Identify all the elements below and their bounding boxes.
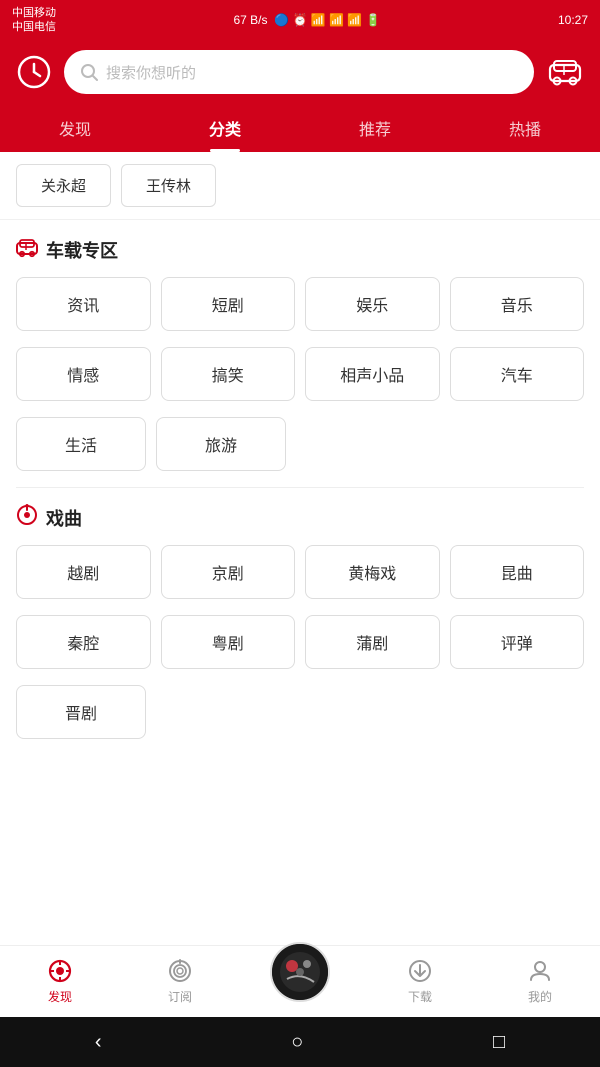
tag-jingju[interactable]: 京剧 — [161, 545, 296, 599]
nav-discover-label: 发现 — [48, 988, 72, 1005]
nav-mine[interactable]: 我的 — [480, 958, 600, 1005]
tab-category[interactable]: 分类 — [150, 104, 300, 152]
now-playing-avatar[interactable] — [270, 942, 330, 1002]
tag-qinqiang[interactable]: 秦腔 — [16, 615, 151, 669]
main-content: 关永超 王传林 车载专区 资讯 短剧 娱乐 音乐 情感 搞笑 相声小品 — [0, 152, 600, 952]
tag-puju[interactable]: 蒲剧 — [305, 615, 440, 669]
car-zone-tags-row1: 资讯 短剧 娱乐 音乐 — [0, 277, 600, 347]
tag-jinju[interactable]: 晋剧 — [16, 685, 146, 739]
car-zone-icon — [16, 236, 38, 263]
tag-yule[interactable]: 娱乐 — [305, 277, 440, 331]
nav-download-label: 下载 — [408, 988, 432, 1005]
clock-icon[interactable] — [16, 54, 52, 90]
bottom-nav: 发现 订阅 下载 — [0, 945, 600, 1017]
sys-nav: ‹ ○ □ — [0, 1017, 600, 1067]
tag-pingtan[interactable]: 评弹 — [450, 615, 585, 669]
section-car-zone: 车载专区 — [0, 220, 600, 263]
discover-nav-icon — [47, 958, 73, 984]
back-button[interactable]: ‹ — [95, 1031, 102, 1054]
tag-guanyongchao[interactable]: 关永超 — [16, 164, 111, 207]
nav-mine-label: 我的 — [528, 988, 552, 1005]
opera-icon — [16, 504, 38, 531]
car-zone-tags-row2: 情感 搞笑 相声小品 汽车 — [0, 347, 600, 417]
nav-center[interactable] — [240, 962, 360, 1002]
download-nav-icon — [407, 958, 433, 984]
car-nav-icon[interactable] — [546, 53, 584, 91]
top-tags-row: 关永超 王传林 — [0, 152, 600, 220]
nav-tabs: 发现 分类 推荐 热播 — [0, 104, 600, 152]
nav-discover[interactable]: 发现 — [0, 958, 120, 1005]
tag-gaoxiao[interactable]: 搞笑 — [161, 347, 296, 401]
mine-nav-icon — [527, 958, 553, 984]
subscribe-nav-icon — [167, 958, 193, 984]
opera-tags-row1: 越剧 京剧 黄梅戏 昆曲 — [0, 545, 600, 615]
tag-duanju[interactable]: 短剧 — [161, 277, 296, 331]
search-header: 搜索你想听的 — [0, 40, 600, 104]
network-info: 67 B/s 🔵 ⏰ 📶 📶 📶 🔋 — [233, 13, 380, 27]
tag-wangchuanlin[interactable]: 王传林 — [121, 164, 216, 207]
opera-tags-row3: 晋剧 — [0, 685, 600, 755]
tag-qiche[interactable]: 汽车 — [450, 347, 585, 401]
tag-zixun[interactable]: 资讯 — [16, 277, 151, 331]
recent-button[interactable]: □ — [493, 1031, 505, 1054]
tag-yueju2[interactable]: 粤剧 — [161, 615, 296, 669]
car-zone-tags-row3: 生活 旅游 — [0, 417, 600, 487]
search-placeholder: 搜索你想听的 — [106, 62, 196, 83]
tab-hot[interactable]: 热播 — [450, 104, 600, 152]
tag-yinyue[interactable]: 音乐 — [450, 277, 585, 331]
album-art — [272, 944, 328, 1000]
section-opera: 戏曲 — [0, 488, 600, 531]
tab-discover[interactable]: 发现 — [0, 104, 150, 152]
nav-subscribe-label: 订阅 — [168, 988, 192, 1005]
tag-shenghuo[interactable]: 生活 — [16, 417, 146, 471]
tag-lvyou[interactable]: 旅游 — [156, 417, 286, 471]
nav-subscribe[interactable]: 订阅 — [120, 958, 240, 1005]
search-icon — [80, 63, 98, 81]
status-bar: 中国移动 中国电信 67 B/s 🔵 ⏰ 📶 📶 📶 🔋 10:27 — [0, 0, 600, 40]
car-zone-label: 车载专区 — [46, 237, 118, 263]
home-button[interactable]: ○ — [291, 1031, 303, 1054]
tag-yueju[interactable]: 越剧 — [16, 545, 151, 599]
carrier-info: 中国移动 中国电信 — [12, 6, 56, 35]
tag-huangmeixi[interactable]: 黄梅戏 — [305, 545, 440, 599]
tag-kunqu[interactable]: 昆曲 — [450, 545, 585, 599]
car-zone-title: 车载专区 — [16, 236, 584, 263]
search-bar[interactable]: 搜索你想听的 — [64, 50, 534, 94]
tag-qinggan[interactable]: 情感 — [16, 347, 151, 401]
clock: 10:27 — [558, 13, 588, 27]
nav-download[interactable]: 下载 — [360, 958, 480, 1005]
opera-label: 戏曲 — [46, 505, 82, 531]
opera-title: 戏曲 — [16, 504, 584, 531]
opera-tags-row2: 秦腔 粤剧 蒲剧 评弹 — [0, 615, 600, 685]
tab-recommend[interactable]: 推荐 — [300, 104, 450, 152]
tag-xiangsheng[interactable]: 相声小品 — [305, 347, 440, 401]
